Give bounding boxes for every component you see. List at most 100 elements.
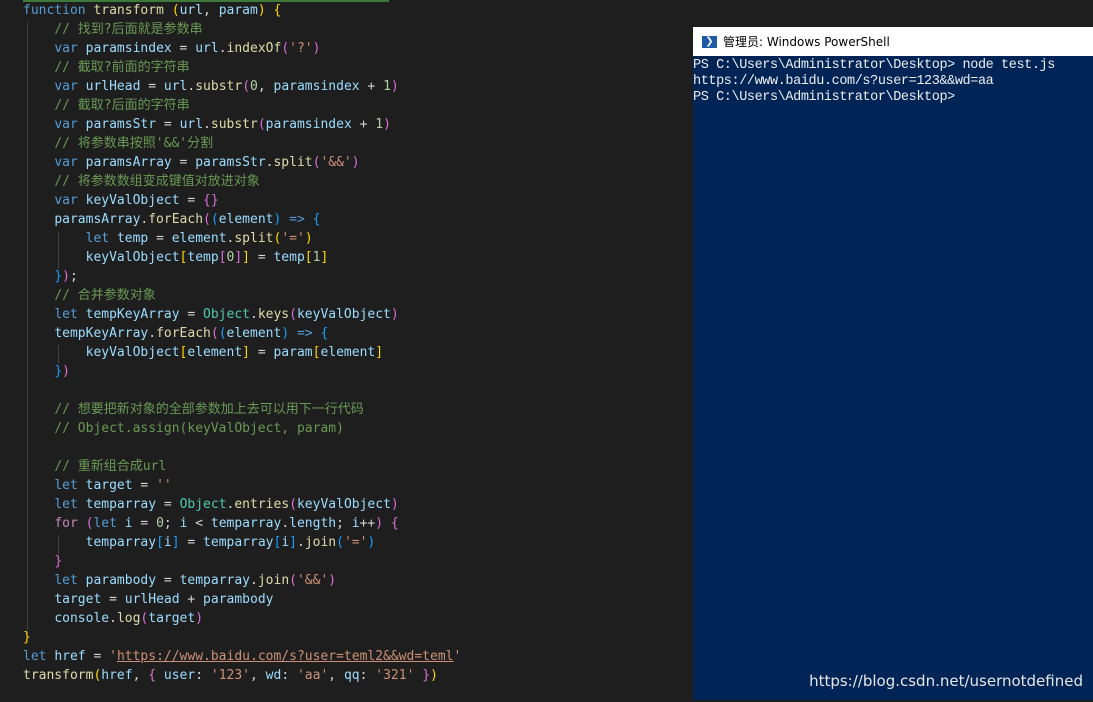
code-token: { [390, 516, 399, 531]
code-token: => [296, 326, 313, 341]
code-token: urlHead [124, 592, 180, 607]
code-token: ] [320, 250, 329, 265]
code-token: substr [210, 117, 258, 132]
code-token: ++ [359, 516, 376, 531]
code-token: keyValObject [85, 345, 180, 360]
code-token: , [132, 668, 149, 683]
code-token: // 将参数数组变成键值对放进对象 [54, 174, 260, 189]
code-token: temp [116, 231, 149, 246]
console-line: PS C:\Users\Administrator\Desktop> [693, 90, 955, 105]
code-token: : [359, 668, 376, 683]
code-token: ) [62, 269, 70, 284]
code-token: entries [234, 497, 290, 512]
code-token: element [320, 345, 376, 360]
powershell-titlebar[interactable]: ❯ 管理员: Windows PowerShell [693, 27, 1093, 56]
code-token: paramsindex [273, 79, 360, 94]
code-line: console.log(target) [23, 609, 203, 628]
code-token: temp [187, 250, 219, 265]
code-token: , [203, 3, 219, 18]
code-line: // 将参数串按照'&&'分割 [23, 134, 213, 153]
powershell-console[interactable]: PS C:\Users\Administrator\Desktop> node … [693, 56, 1093, 702]
code-token: = [148, 231, 172, 246]
code-token: . [250, 573, 258, 588]
code-token: ( [257, 117, 266, 132]
code-token: + [179, 592, 204, 607]
code-token: = [179, 193, 204, 208]
code-token: ' [109, 649, 117, 664]
code-token: // 想要把新对象的全部参数加上去可以用下一行代码 [54, 402, 364, 417]
code-line: let href = 'https://www.baidu.com/s?user… [23, 647, 461, 666]
code-token: // 合并参数对象 [54, 288, 156, 303]
code-token: = [156, 497, 180, 512]
code-token: qq [343, 668, 360, 683]
code-line: // 合并参数对象 [23, 286, 156, 305]
code-token: param [218, 3, 258, 18]
code-token: = [101, 592, 125, 607]
code-token: ] [234, 250, 243, 265]
code-line: temparray[i] = temparray[i].join('=') [23, 533, 376, 552]
code-token: indexOf [226, 41, 282, 56]
code-line: let temparray = Object.entries(keyValObj… [23, 495, 398, 514]
code-line: } [23, 628, 31, 647]
code-token: [ [218, 250, 227, 265]
code-token: split [273, 155, 313, 170]
code-token: target [148, 611, 196, 626]
code-token: ) [367, 535, 376, 550]
code-token: = [179, 535, 204, 550]
code-token: , [328, 668, 344, 683]
code-token: ( [210, 212, 219, 227]
code-token: log [116, 611, 141, 626]
console-line: PS C:\Users\Administrator\Desktop> node … [693, 58, 1055, 73]
code-token: i [124, 516, 133, 531]
code-token: { [320, 326, 329, 341]
code-token: ] [375, 345, 384, 360]
code-token: . [148, 326, 157, 341]
code-token: temparray [85, 535, 157, 550]
code-line: var paramsArray = paramsStr.split('&&') [23, 153, 359, 172]
code-token: i [281, 535, 290, 550]
code-token: console [54, 611, 110, 626]
powershell-window[interactable]: ❯ 管理员: Windows PowerShell PS C:\Users\Ad… [693, 27, 1093, 700]
code-token: , [257, 79, 274, 94]
code-token: temp [273, 250, 305, 265]
code-token: { [312, 212, 321, 227]
code-token: element [187, 345, 243, 360]
code-token: element [218, 212, 274, 227]
code-line: // 将参数数组变成键值对放进对象 [23, 172, 260, 191]
code-token: ; [336, 516, 352, 531]
code-token: } [54, 269, 63, 284]
code-line: var urlHead = url.substr(0, paramsindex … [23, 77, 398, 96]
code-token: ] [242, 250, 250, 265]
code-token: < [187, 516, 211, 531]
console-line: https://www.baidu.com/s?user=123&&wd=aa [693, 74, 994, 89]
code-token: ) [281, 326, 290, 341]
code-token: substr [195, 79, 243, 94]
code-line: // 想要把新对象的全部参数加上去可以用下一行代码 [23, 400, 364, 419]
watermark: https://blog.csdn.net/usernotdefined [809, 672, 1083, 690]
code-token: ' [453, 649, 462, 664]
code-token: , [250, 668, 266, 683]
code-token: = [132, 516, 157, 531]
code-token: var [54, 79, 86, 94]
code-token: ( [289, 497, 297, 512]
code-editor[interactable]: function transform (url, param) { // 找到?… [0, 0, 693, 700]
code-token: . [250, 307, 258, 322]
